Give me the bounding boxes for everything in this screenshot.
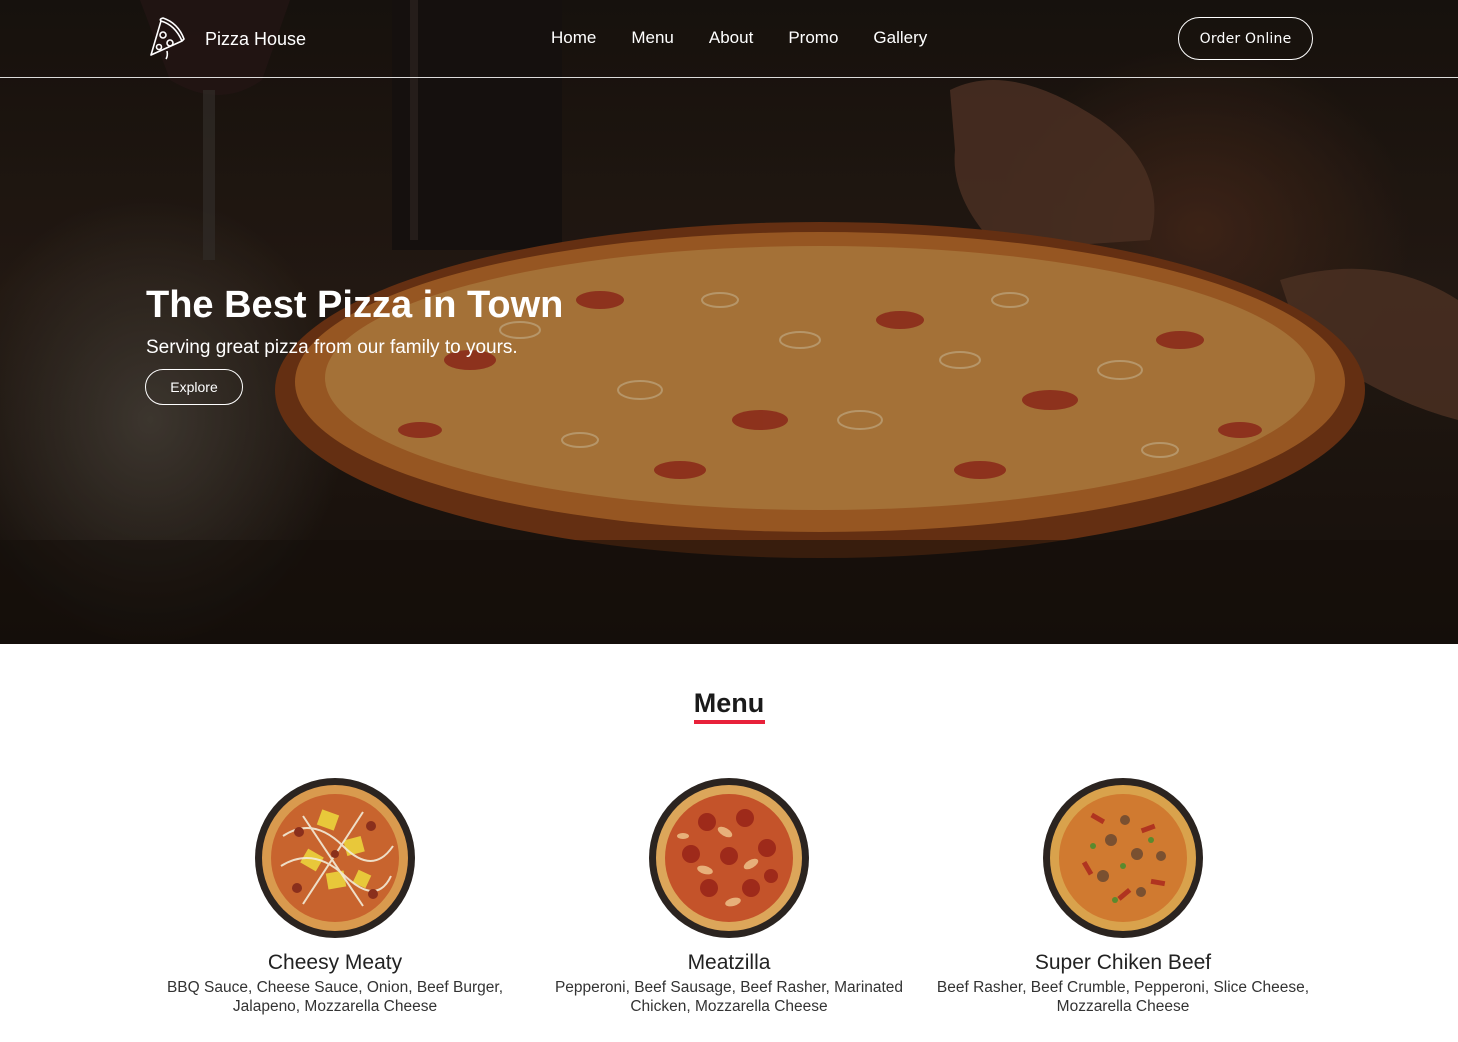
menu-item-super-chiken-beef[interactable]: Super Chiken Beef Beef Rasher, Beef Crum… <box>926 776 1320 1016</box>
brand-logo-link[interactable]: Pizza House <box>145 16 306 62</box>
nav-links: Home Menu About Promo Gallery <box>551 28 927 48</box>
pizza-image-super-chiken-beef <box>1043 778 1203 938</box>
menu-section: Menu Cheesy Meaty BBQ Sauce, Cheese Sauc… <box>0 644 1458 1042</box>
menu-item-name: Super Chiken Beef <box>1034 951 1212 974</box>
menu-item-name: Cheesy Meaty <box>267 951 403 974</box>
nav-link-promo[interactable]: Promo <box>788 28 838 48</box>
top-navbar: Pizza House Home Menu About Promo Galler… <box>0 0 1458 78</box>
menu-item-description: Beef Rasher, Beef Crumble, Pepperoni, Sl… <box>936 979 1310 1015</box>
menu-item-description: BBQ Sauce, Cheese Sauce, Onion, Beef Bur… <box>166 979 504 1015</box>
menu-item-description: Pepperoni, Beef Sausage, Beef Rasher, Ma… <box>554 979 904 1015</box>
menu-heading-underline <box>694 720 765 724</box>
pizza-slice-icon <box>150 17 185 60</box>
menu-item-meatzilla[interactable]: Meatzilla Pepperoni, Beef Sausage, Beef … <box>532 776 926 1016</box>
nav-link-home[interactable]: Home <box>551 28 596 48</box>
menu-heading: Menu <box>693 688 765 718</box>
menu-item-cheesy-meaty[interactable]: Cheesy Meaty BBQ Sauce, Cheese Sauce, On… <box>138 776 532 1016</box>
menu-item-name: Meatzilla <box>687 951 771 974</box>
explore-button[interactable]: Explore <box>145 369 243 405</box>
nav-link-about[interactable]: About <box>709 28 753 48</box>
nav-link-gallery[interactable]: Gallery <box>873 28 927 48</box>
hero-subtitle: Serving great pizza from our family to y… <box>146 337 518 358</box>
pizza-image-cheesy-meaty <box>255 778 415 938</box>
order-online-button[interactable]: Order Online <box>1178 17 1313 60</box>
brand-name: Pizza House <box>205 28 307 49</box>
hero-title: The Best Pizza in Town <box>146 284 564 326</box>
pizza-image-meatzilla <box>649 778 809 938</box>
nav-link-menu[interactable]: Menu <box>631 28 674 48</box>
